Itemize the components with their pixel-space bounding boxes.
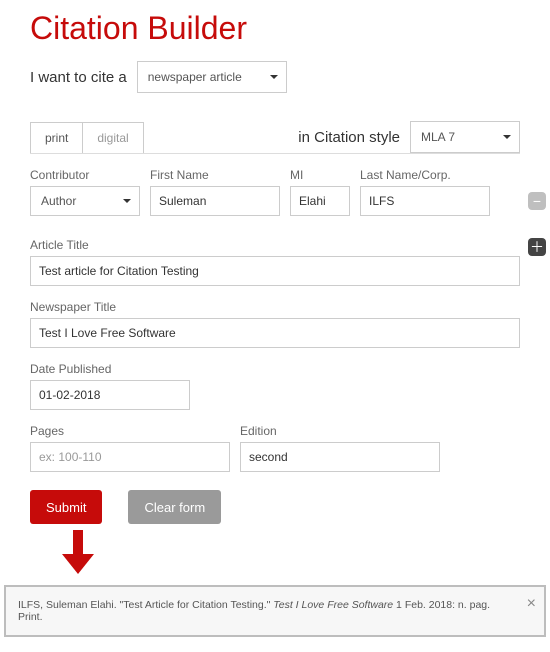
mi-label: MI [290, 168, 350, 182]
add-contributor-button[interactable]: ＋ [528, 238, 546, 256]
edition-label: Edition [240, 424, 440, 438]
source-type-value: newspaper article [148, 70, 242, 84]
contributor-role-value: Author [41, 194, 76, 208]
citation-style-label: in Citation style [298, 129, 400, 146]
submit-button[interactable]: Submit [30, 490, 102, 524]
newspaper-title-label: Newspaper Title [30, 300, 520, 314]
citation-text-pre: ILFS, Suleman Elahi. "Test Article for C… [18, 599, 273, 611]
date-published-input[interactable] [30, 380, 190, 410]
chevron-down-icon [270, 75, 278, 79]
arrow-down-icon [60, 530, 520, 579]
first-name-label: First Name [150, 168, 280, 182]
article-title-label: Article Title [30, 238, 520, 252]
close-icon[interactable]: × [527, 595, 536, 613]
remove-contributor-button[interactable]: − [528, 192, 546, 210]
chevron-down-icon [123, 199, 131, 203]
pages-input[interactable] [30, 442, 230, 472]
citation-output: ILFS, Suleman Elahi. "Test Article for C… [4, 585, 546, 637]
tab-digital[interactable]: digital [83, 122, 143, 153]
newspaper-title-input[interactable] [30, 318, 520, 348]
citation-style-value: MLA 7 [421, 130, 455, 144]
lead-text: I want to cite a [30, 69, 127, 86]
source-type-select[interactable]: newspaper article [137, 61, 287, 93]
date-published-label: Date Published [30, 362, 190, 376]
tab-print[interactable]: print [30, 122, 83, 153]
chevron-down-icon [503, 135, 511, 139]
clear-form-button[interactable]: Clear form [128, 490, 221, 524]
mi-input[interactable] [290, 186, 350, 216]
contributor-label: Contributor [30, 168, 140, 182]
article-title-input[interactable] [30, 256, 520, 286]
citation-style-select[interactable]: MLA 7 [410, 121, 520, 153]
first-name-input[interactable] [150, 186, 280, 216]
page-title: Citation Builder [30, 10, 520, 47]
edition-input[interactable] [240, 442, 440, 472]
last-name-label: Last Name/Corp. [360, 168, 490, 182]
pages-label: Pages [30, 424, 230, 438]
last-name-input[interactable] [360, 186, 490, 216]
citation-text-source: Test I Love Free Software [273, 599, 393, 611]
contributor-role-select[interactable]: Author [30, 186, 140, 216]
